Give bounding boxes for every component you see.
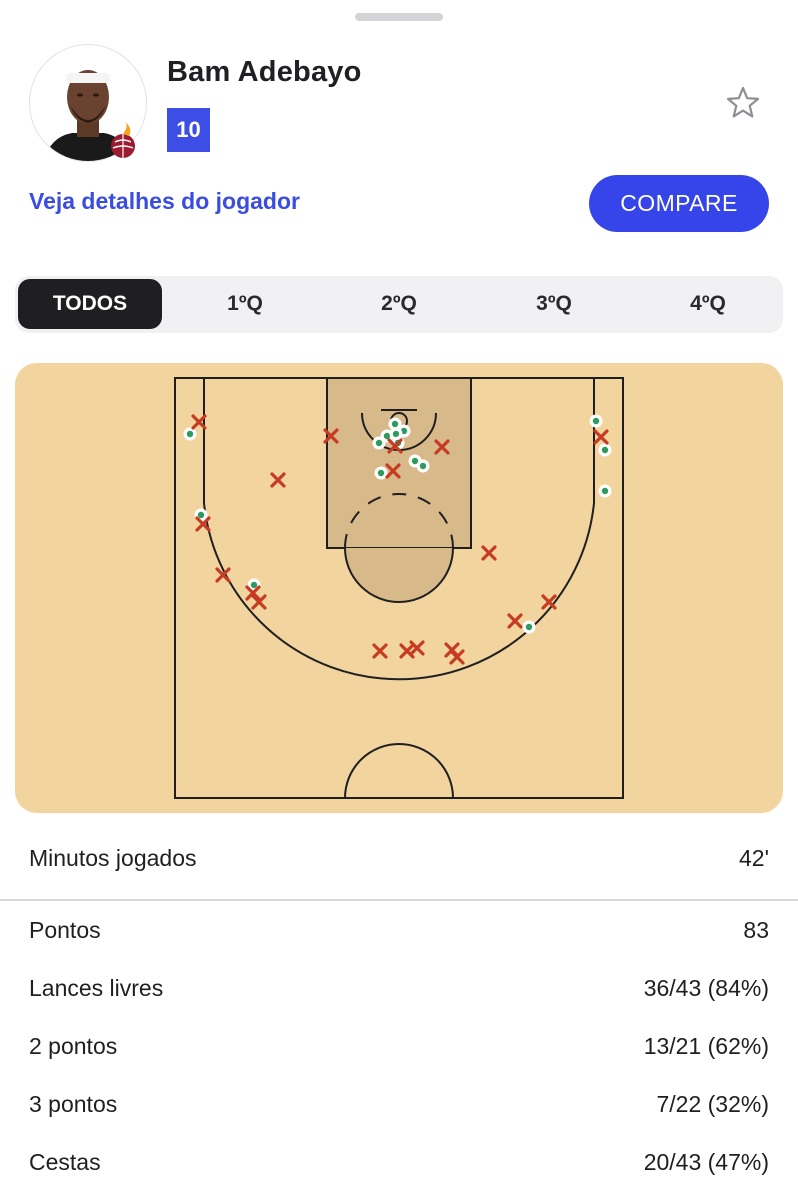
stat-value: 42' bbox=[739, 844, 769, 871]
missed-shot-marker bbox=[541, 594, 557, 610]
stat-value: 7/22 (32%) bbox=[656, 1090, 769, 1117]
missed-shot-marker bbox=[593, 429, 609, 445]
player-name: Bam Adebayo bbox=[167, 56, 362, 88]
stat-row-field-goals: Cestas 20/43 (47%) bbox=[29, 1142, 769, 1182]
shot-chart bbox=[15, 363, 783, 813]
made-shot-marker bbox=[522, 620, 536, 634]
star-outline-icon bbox=[726, 86, 760, 118]
stats-divider bbox=[0, 899, 798, 901]
center-circle bbox=[344, 743, 454, 799]
compare-button[interactable]: COMPARE bbox=[589, 175, 769, 232]
stat-label: Lances livres bbox=[29, 974, 164, 1001]
team-logo bbox=[107, 122, 139, 160]
stat-value: 83 bbox=[743, 916, 769, 943]
made-shot-marker bbox=[598, 484, 612, 498]
sheet-drag-handle[interactable] bbox=[355, 13, 443, 21]
missed-shot-marker bbox=[481, 545, 497, 561]
stat-value: 13/21 (62%) bbox=[643, 1032, 769, 1059]
tab-q4[interactable]: 4ºQ bbox=[636, 279, 780, 329]
tab-q2[interactable]: 2ºQ bbox=[327, 279, 471, 329]
stat-value: 20/43 (47%) bbox=[643, 1148, 769, 1175]
tab-q1[interactable]: 1ºQ bbox=[173, 279, 317, 329]
stat-row-minutes: Minutos jogados 42' bbox=[29, 838, 769, 878]
favorite-button[interactable] bbox=[722, 82, 764, 124]
tab-todos[interactable]: TODOS bbox=[18, 279, 162, 329]
stat-label: Pontos bbox=[29, 916, 101, 943]
made-shot-marker bbox=[589, 414, 603, 428]
free-throw-circle bbox=[344, 547, 454, 603]
stat-label: Minutos jogados bbox=[29, 844, 197, 871]
made-shot-marker bbox=[183, 427, 197, 441]
missed-shot-marker bbox=[507, 613, 523, 629]
tab-q3[interactable]: 3ºQ bbox=[482, 279, 626, 329]
shot-chart-court bbox=[174, 377, 624, 799]
missed-shot-marker bbox=[270, 472, 286, 488]
stat-label: 2 pontos bbox=[29, 1032, 118, 1059]
missed-shot-marker bbox=[372, 643, 388, 659]
stat-value: 36/43 (84%) bbox=[643, 974, 769, 1001]
made-shot-marker bbox=[598, 443, 612, 457]
stat-row-points: Pontos 83 bbox=[29, 910, 769, 950]
stat-row-three-pointers: 3 pontos 7/22 (32%) bbox=[29, 1084, 769, 1124]
jersey-number-badge: 10 bbox=[167, 108, 210, 152]
quarter-tabs: TODOS 1ºQ 2ºQ 3ºQ 4ºQ bbox=[15, 276, 783, 333]
stat-row-free-throws: Lances livres 36/43 (84%) bbox=[29, 968, 769, 1008]
stat-row-two-pointers: 2 pontos 13/21 (62%) bbox=[29, 1026, 769, 1066]
stat-label: Cestas bbox=[29, 1148, 101, 1175]
made-shot-marker bbox=[416, 459, 430, 473]
player-details-link[interactable]: Veja detalhes do jogador bbox=[29, 188, 300, 215]
stat-label: 3 pontos bbox=[29, 1090, 118, 1117]
paint-area bbox=[326, 377, 472, 549]
missed-shot-marker bbox=[409, 640, 425, 656]
